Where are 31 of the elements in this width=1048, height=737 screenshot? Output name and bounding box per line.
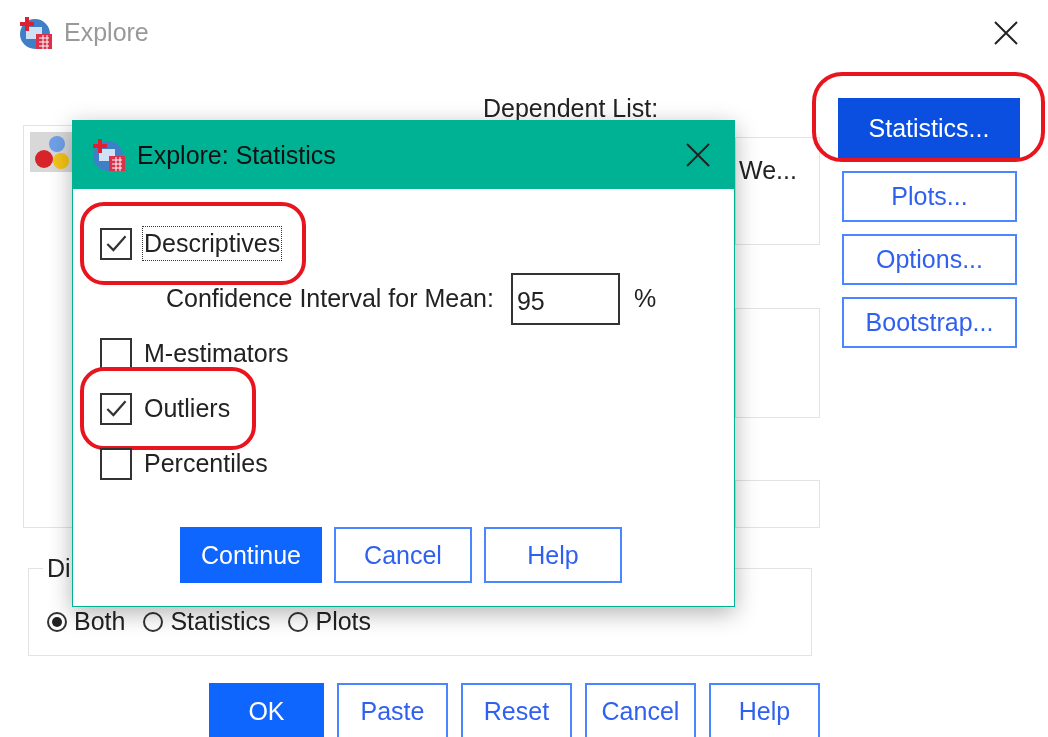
list-item[interactable]: We... [739,156,797,184]
field-label: Confidence Interval for Mean: [166,284,494,313]
dependent-list-label: Dependent List: [483,93,659,123]
dialog-button[interactable]: Help [484,527,622,583]
dialog-button[interactable]: Cancel [584,683,696,737]
app-icon [91,137,127,173]
side-button[interactable]: Statistics... [838,98,1020,158]
dialog-button[interactable]: Paste [336,683,448,737]
variable-icon [34,134,70,170]
dialog-button[interactable]: Cancel [334,527,472,583]
radio-option[interactable]: Statistics [143,607,271,636]
dialog-button[interactable]: OK [209,683,324,737]
window-title: Explore [64,18,149,47]
checkbox-option[interactable]: Percentiles [100,446,270,481]
app-icon [18,14,54,51]
radio-option[interactable]: Plots [288,607,372,636]
dialog-button[interactable]: Reset [460,683,572,737]
side-button[interactable]: Plots... [842,171,1017,222]
checkbox-option[interactable]: Outliers [100,391,233,426]
unit-label: % [633,284,657,313]
dialog-button[interactable]: Help [709,683,820,737]
side-button[interactable]: Options... [842,234,1017,285]
input-field[interactable]: 95 [510,272,620,325]
close-icon[interactable] [686,143,710,167]
dialog-button[interactable]: Continue [180,527,322,583]
side-button[interactable]: Bootstrap... [842,297,1017,348]
close-icon[interactable] [994,20,1018,45]
dependent-list-box[interactable]: We... [735,137,820,245]
checkbox-option[interactable]: M-estimators [100,336,291,371]
radio-option[interactable]: Both [47,607,126,636]
dialog-title: Explore: Statistics [137,140,336,170]
